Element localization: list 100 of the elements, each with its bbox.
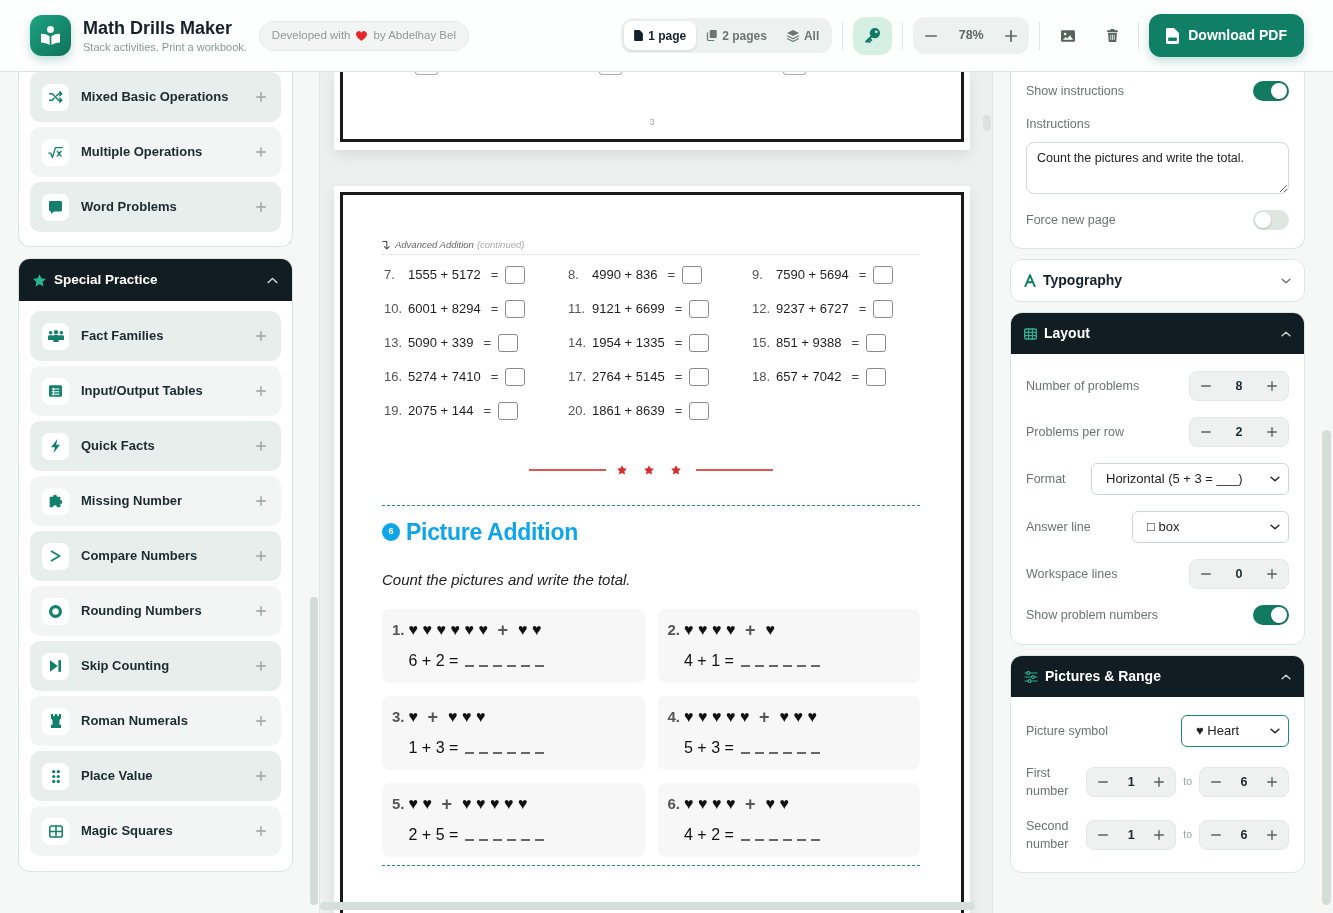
scrollbar-thumb[interactable]	[1322, 430, 1331, 905]
greater-than-icon	[42, 542, 69, 570]
answer-box[interactable]	[498, 334, 519, 352]
answer-box[interactable]	[866, 368, 887, 386]
view-tab[interactable]: All	[776, 21, 830, 50]
answer-line[interactable]	[740, 752, 821, 754]
plus-icon	[256, 441, 266, 451]
chevron-down-icon	[1270, 476, 1280, 482]
activity-item[interactable]: Missing Number	[30, 476, 281, 526]
answer-box[interactable]	[689, 300, 710, 318]
minus-icon	[1098, 781, 1109, 783]
view-tab[interactable]: 2 pages	[696, 21, 777, 50]
stepper-value: 6	[1240, 826, 1248, 844]
increase-button[interactable]	[1264, 774, 1280, 790]
answer-line[interactable]	[740, 839, 821, 841]
download-pdf-button[interactable]: Download PDF	[1149, 14, 1304, 57]
activity-item[interactable]: Multiple Operations	[30, 127, 281, 177]
zoom-level: 78%	[958, 27, 984, 45]
problem-expression: 9237 + 6727	[776, 300, 849, 319]
activity-item[interactable]: Fact Families	[30, 311, 281, 361]
toggle-switch[interactable]	[1253, 210, 1289, 230]
lightning-icon	[42, 432, 69, 460]
continued-title: Advanced Addition	[395, 237, 474, 252]
answer-box[interactable]	[505, 266, 526, 284]
answer-box[interactable]	[415, 72, 438, 75]
toggle-switch[interactable]	[1253, 81, 1289, 101]
activity-item[interactable]: Rounding Numbers	[30, 586, 281, 636]
instructions-field[interactable]: Count the pictures and write the total.	[1026, 142, 1289, 194]
toggle-switch[interactable]	[1253, 605, 1289, 625]
problem-number: 10.	[384, 300, 404, 319]
answer-box[interactable]	[505, 300, 526, 318]
answer-box[interactable]	[498, 402, 519, 420]
plus-sign: +	[497, 618, 509, 642]
scrollbar-thumb[interactable]	[310, 597, 318, 905]
panel-header[interactable]: Layout	[1011, 313, 1304, 354]
view-tab[interactable]: 1 page	[624, 21, 697, 50]
equation-text: 6 + 2 =	[408, 651, 459, 671]
increase-button[interactable]	[1264, 424, 1280, 440]
answer-box[interactable]	[866, 334, 887, 352]
equals-sign: =	[667, 266, 676, 285]
table-grid-icon	[1024, 327, 1037, 340]
problem-expression: 1861 + 8639	[592, 402, 665, 421]
activity-item[interactable]: Place Value	[30, 751, 281, 801]
scrollbar-thumb[interactable]	[320, 902, 975, 910]
answer-box[interactable]	[873, 300, 894, 318]
equals-sign: =	[490, 300, 499, 319]
setting-label: Show problem numbers	[1026, 606, 1158, 624]
increase-button[interactable]	[1264, 378, 1280, 394]
skip-forward-icon	[42, 652, 69, 680]
problem-number: 5.	[392, 794, 405, 814]
plus-icon	[1267, 830, 1277, 840]
plus-icon	[256, 826, 266, 836]
answer-box[interactable]	[599, 72, 622, 75]
answer-box[interactable]	[505, 368, 526, 386]
square-root-icon	[42, 138, 69, 166]
app-subtitle: Stack activities. Print a workbook.	[83, 40, 247, 54]
answer-line[interactable]	[465, 665, 546, 667]
heart-pictures: ♥♥♥♥♥	[684, 707, 754, 727]
problem-expression: 1954 + 1335	[592, 334, 665, 353]
increase-button[interactable]	[1264, 566, 1280, 582]
answer-line[interactable]	[465, 752, 546, 754]
activity-item[interactable]: Mixed Basic Operations	[30, 72, 281, 122]
key-button[interactable]	[853, 16, 893, 55]
activity-item[interactable]: Magic Squares	[30, 806, 281, 856]
category-header[interactable]: Special Practice	[19, 259, 292, 301]
chevron-down-icon	[1270, 728, 1280, 734]
answer-line[interactable]	[465, 839, 546, 841]
activity-item[interactable]: Compare Numbers	[30, 531, 281, 581]
activity-item[interactable]: Word Problems	[30, 182, 281, 232]
dropdown-select[interactable]: □ box	[1132, 511, 1289, 543]
turn-down-arrow-icon	[382, 240, 390, 250]
answer-line[interactable]	[740, 665, 821, 667]
star-icon	[617, 465, 627, 475]
answer-box[interactable]	[873, 266, 894, 284]
problem-expression: 2764 + 5145	[592, 368, 665, 387]
stepper-value: 1	[1127, 826, 1135, 844]
activity-item[interactable]: Quick Facts	[30, 421, 281, 471]
chevron-up-icon	[1281, 673, 1291, 680]
answer-box[interactable]	[682, 266, 703, 284]
copy-icon	[706, 30, 718, 41]
dropdown-select[interactable]: ♥ Heart	[1181, 715, 1289, 747]
activity-item[interactable]: Roman Numerals	[30, 696, 281, 746]
panel-header[interactable]: Pictures & Range	[1011, 656, 1304, 697]
answer-box[interactable]	[689, 368, 710, 386]
activity-item[interactable]: Skip Counting	[30, 641, 281, 691]
dropdown-select[interactable]: Horizontal (5 + 3 = ___)	[1091, 463, 1289, 495]
setting-label: Format	[1026, 470, 1066, 488]
answer-box[interactable]	[783, 72, 806, 75]
plus-icon	[1154, 777, 1165, 787]
ring-icon	[42, 597, 69, 625]
problem-expression: 5090 + 339	[408, 334, 474, 353]
increase-button[interactable]	[1264, 827, 1280, 843]
activity-item[interactable]: Input/Output Tables	[30, 366, 281, 416]
problem-expression: 9121 + 6699	[592, 300, 665, 319]
answer-box[interactable]	[689, 334, 710, 352]
panel-header[interactable]: Typography	[1011, 260, 1304, 301]
heart-pictures: ♥♥♥♥♥	[462, 794, 533, 814]
answer-box[interactable]	[689, 402, 710, 420]
problem-number: 17.	[568, 368, 588, 387]
star-icon	[671, 465, 681, 475]
